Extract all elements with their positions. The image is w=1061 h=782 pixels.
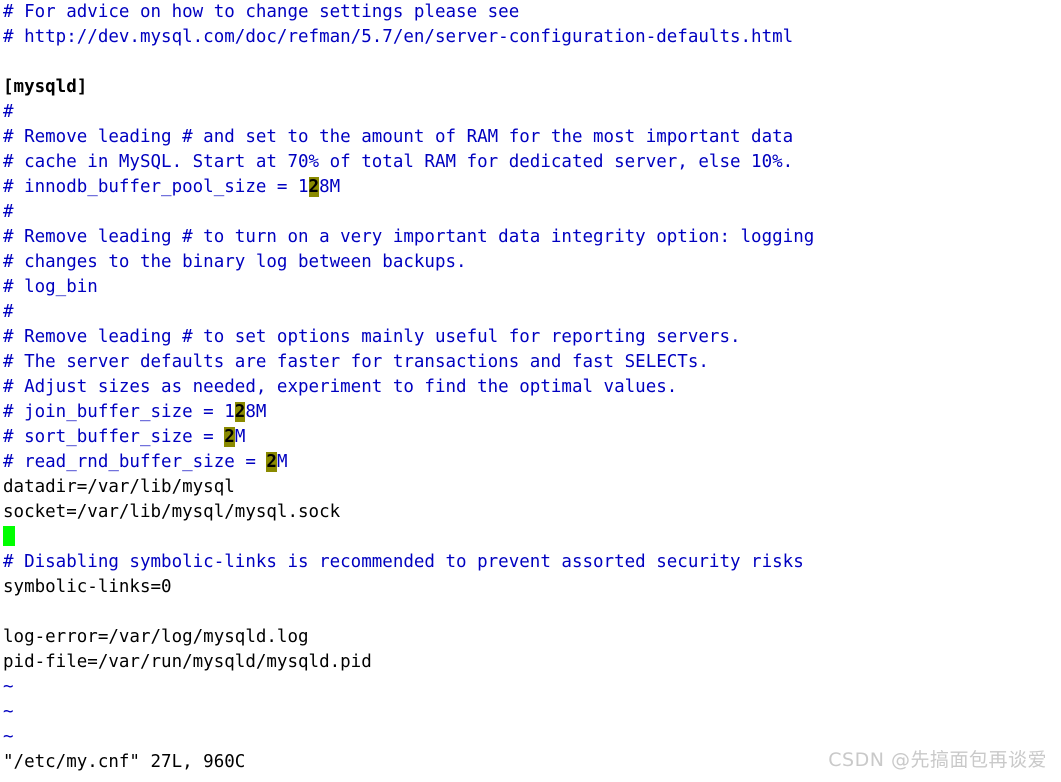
config-directive: symbolic-links=0 (3, 577, 172, 597)
empty-line-marker: ~ (3, 702, 14, 722)
config-comment: # Remove leading # to set options mainly… (3, 327, 741, 347)
status-line-text: "/etc/my.cnf" 27L, 960C (3, 752, 246, 772)
line-text-pre: # sort_buffer_size = (3, 427, 225, 447)
text-cursor (3, 526, 16, 546)
editor-line[interactable]: log-error=/var/log/mysqld.log (0, 625, 1061, 650)
editor-line[interactable]: pid-file=/var/run/mysqld/mysqld.pid (0, 650, 1061, 675)
editor-line[interactable]: ~ (0, 700, 1061, 725)
editor-line[interactable]: # sort_buffer_size = 2M (0, 425, 1061, 450)
editor-line[interactable] (0, 50, 1061, 75)
config-comment: # (3, 202, 14, 222)
config-section-header: [mysqld] (3, 77, 88, 97)
search-match-highlight: 2 (308, 177, 320, 197)
config-comment: # (3, 302, 14, 322)
editor-line[interactable]: # join_buffer_size = 128M (0, 400, 1061, 425)
config-directive: pid-file=/var/run/mysqld/mysqld.pid (3, 652, 372, 672)
config-comment: # (3, 102, 14, 122)
editor-line[interactable]: # innodb_buffer_pool_size = 128M (0, 175, 1061, 200)
editor-line[interactable]: # http://dev.mysql.com/doc/refman/5.7/en… (0, 25, 1061, 50)
editor-line[interactable]: socket=/var/lib/mysql/mysql.sock (0, 500, 1061, 525)
empty-line-marker: ~ (3, 677, 14, 697)
editor-line[interactable]: # Remove leading # to turn on a very imp… (0, 225, 1061, 250)
config-comment: # Remove leading # to turn on a very imp… (3, 227, 815, 247)
editor-line[interactable]: datadir=/var/lib/mysql (0, 475, 1061, 500)
editor-line[interactable]: # (0, 300, 1061, 325)
empty-line-marker: ~ (3, 727, 14, 747)
editor-line[interactable]: # cache in MySQL. Start at 70% of total … (0, 150, 1061, 175)
config-comment: # changes to the binary log between back… (3, 252, 467, 272)
line-text-post: M (234, 427, 246, 447)
editor-line[interactable]: # changes to the binary log between back… (0, 250, 1061, 275)
editor-line[interactable]: ~ (0, 675, 1061, 700)
config-comment: # cache in MySQL. Start at 70% of total … (3, 152, 794, 172)
editor-line[interactable]: # (0, 100, 1061, 125)
config-directive: datadir=/var/lib/mysql (3, 477, 235, 497)
config-comment: # For advice on how to change settings p… (3, 2, 520, 22)
line-text-post: M (276, 452, 288, 472)
editor-line[interactable]: # Remove leading # to set options mainly… (0, 325, 1061, 350)
editor-line[interactable]: # Disabling symbolic-links is recommende… (0, 550, 1061, 575)
vim-text-buffer[interactable]: # For advice on how to change settings p… (0, 0, 1061, 775)
line-text-pre: # read_rnd_buffer_size = (3, 452, 267, 472)
editor-line[interactable]: # The server defaults are faster for tra… (0, 350, 1061, 375)
csdn-watermark: CSDN @先搞面包再谈爱 (828, 749, 1047, 771)
line-text-post: 8M (319, 177, 341, 197)
config-directive: log-error=/var/log/mysqld.log (3, 627, 309, 647)
editor-line[interactable]: # Remove leading # and set to the amount… (0, 125, 1061, 150)
editor-line[interactable]: # read_rnd_buffer_size = 2M (0, 450, 1061, 475)
line-text-pre: # join_buffer_size = 1 (3, 402, 235, 422)
editor-line[interactable]: # Adjust sizes as needed, experiment to … (0, 375, 1061, 400)
search-match-highlight: 2 (266, 452, 277, 472)
editor-line[interactable]: # log_bin (0, 275, 1061, 300)
line-text-post: 8M (245, 402, 267, 422)
config-comment: # The server defaults are faster for tra… (3, 352, 709, 372)
search-match-highlight: 2 (224, 427, 235, 447)
config-comment: # http://dev.mysql.com/doc/refman/5.7/en… (3, 27, 794, 47)
editor-line[interactable]: # (0, 200, 1061, 225)
config-comment: # Adjust sizes as needed, experiment to … (3, 377, 678, 397)
config-comment: # Disabling symbolic-links is recommende… (3, 552, 804, 572)
search-match-highlight: 2 (234, 402, 246, 422)
editor-line[interactable]: symbolic-links=0 (0, 575, 1061, 600)
editor-line[interactable]: [mysqld] (0, 75, 1061, 100)
editor-line[interactable] (0, 600, 1061, 625)
terminal-window: # For advice on how to change settings p… (0, 0, 1061, 782)
editor-line[interactable] (0, 525, 1061, 550)
config-directive: socket=/var/lib/mysql/mysql.sock (3, 502, 341, 522)
config-comment: # log_bin (3, 277, 98, 297)
editor-line[interactable]: # For advice on how to change settings p… (0, 0, 1061, 25)
config-comment: # Remove leading # and set to the amount… (3, 127, 794, 147)
line-text-pre: # innodb_buffer_pool_size = 1 (3, 177, 309, 197)
